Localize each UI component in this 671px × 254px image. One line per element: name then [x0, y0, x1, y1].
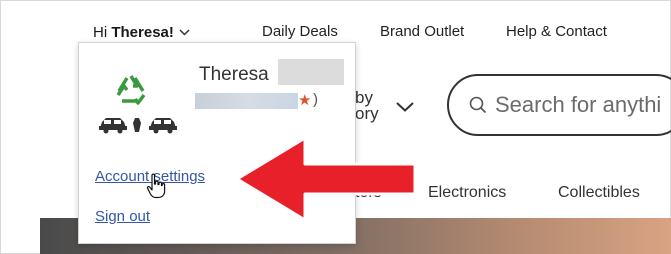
redacted-user-id — [195, 93, 298, 109]
category-collectibles-link[interactable]: Collectibles — [558, 184, 640, 202]
recycle-icon — [113, 73, 149, 110]
nav-help-contact-link[interactable]: Help & Contact — [506, 23, 607, 40]
dropdown-user-name: Theresa — [199, 64, 269, 85]
greeting-name: Theresa! — [111, 24, 174, 41]
nav-brand-outlet-link[interactable]: Brand Outlet — [380, 23, 464, 40]
chevron-down-icon — [179, 23, 190, 40]
search-icon — [469, 96, 487, 119]
redacted-last-name — [278, 59, 344, 85]
category-electronics-link[interactable]: Electronics — [428, 184, 506, 202]
feedback-star-icon: ★ — [298, 92, 312, 109]
search-placeholder: Search for anythi — [495, 92, 662, 117]
user-greeting-menu[interactable]: Hi Theresa! — [93, 23, 190, 41]
feedback-score-suffix: ) — [313, 91, 318, 108]
sign-out-link[interactable]: Sign out — [95, 208, 150, 225]
shop-by-category-button[interactable]: by ory — [355, 89, 379, 123]
nav-daily-deals-link[interactable]: Daily Deals — [262, 23, 338, 40]
greeting-prefix: Hi — [93, 24, 112, 41]
red-arrow-annotation-icon — [231, 134, 421, 229]
hand-pointer-cursor-icon — [146, 173, 166, 204]
car-parts-icon — [98, 113, 180, 140]
chevron-down-icon — [396, 99, 414, 117]
by-category-line2: ory — [355, 104, 379, 123]
